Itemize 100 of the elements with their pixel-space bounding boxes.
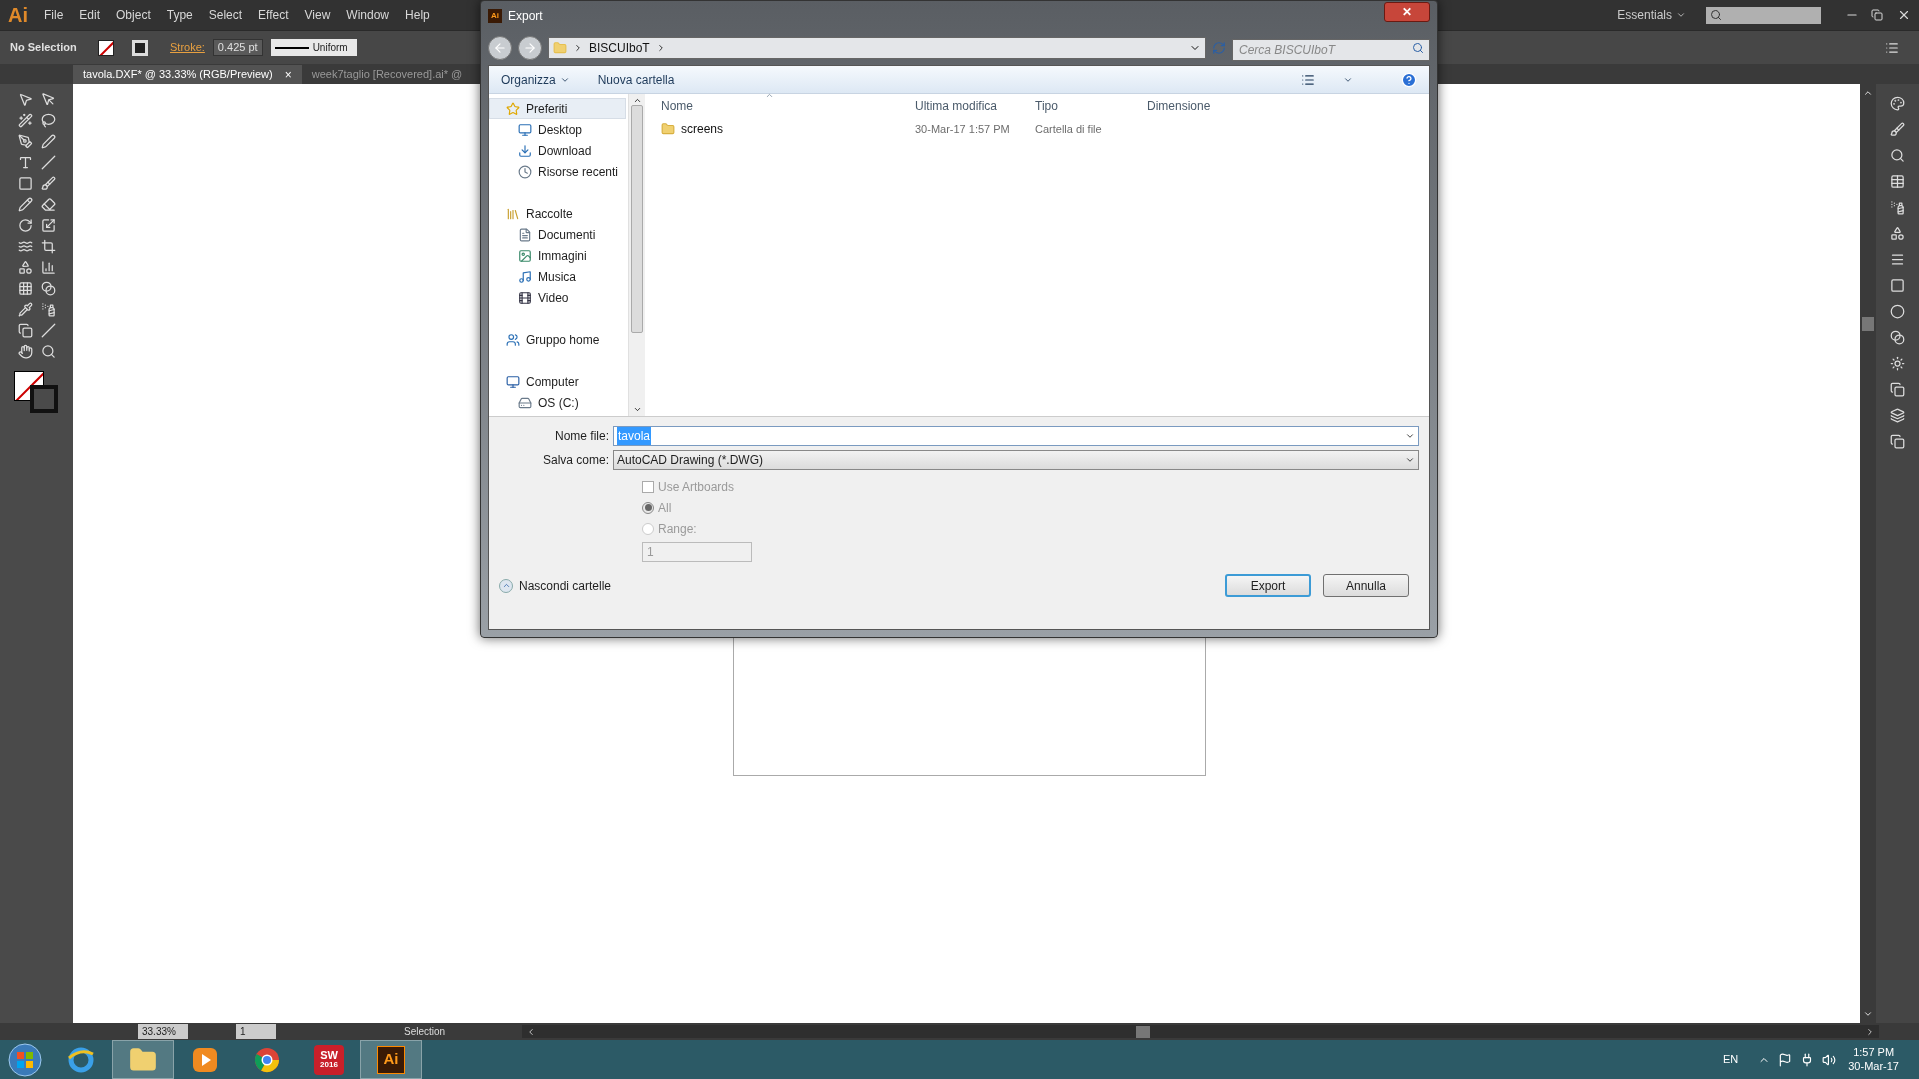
menu-item[interactable]: Object <box>108 6 159 24</box>
forward-button[interactable] <box>518 36 542 60</box>
nav-item[interactable]: Gruppo home <box>489 329 626 350</box>
menu-item[interactable]: Edit <box>71 6 109 24</box>
search-field[interactable] <box>1706 6 1821 24</box>
shapes-icon[interactable] <box>17 260 33 275</box>
eyedropper-icon[interactable] <box>17 302 33 317</box>
nav-item[interactable]: Risorse recenti <box>489 161 626 182</box>
table-icon[interactable] <box>1890 174 1905 189</box>
brush-icon[interactable] <box>1890 122 1905 137</box>
panel-menu-icon[interactable] <box>1885 40 1899 55</box>
type-icon[interactable] <box>17 155 33 170</box>
column-header[interactable]: Dimensione <box>1147 97 1267 115</box>
taskbar-app[interactable]: Ai <box>360 1040 422 1079</box>
sun-icon[interactable] <box>1890 356 1905 371</box>
scroll-right-icon[interactable] <box>1865 1026 1875 1037</box>
clock[interactable]: 1:57 PM 30-Mar-17 <box>1848 1045 1899 1074</box>
horizontal-scrollbar[interactable] <box>522 1025 1879 1038</box>
direct-pointer-icon[interactable] <box>40 92 56 107</box>
artboard-field[interactable]: 1 <box>236 1024 276 1039</box>
nav-item[interactable]: Musica <box>489 266 626 287</box>
search-field[interactable]: Cerca BISCUIboT <box>1232 39 1430 61</box>
scroll-down-icon[interactable] <box>632 405 642 414</box>
rectangle-icon[interactable] <box>17 176 33 191</box>
language-indicator[interactable]: EN <box>1722 1051 1739 1068</box>
lines-icon[interactable] <box>1890 252 1905 267</box>
menu-item[interactable]: View <box>296 6 339 24</box>
column-header[interactable]: Tipo <box>1027 97 1147 115</box>
hide-folders-button[interactable]: Nascondi cartelle <box>499 576 612 595</box>
nav-item[interactable]: Desktop <box>489 119 626 140</box>
magnifier-icon[interactable] <box>1890 148 1905 163</box>
nav-item[interactable]: OS (C:) <box>489 392 626 413</box>
hand-icon[interactable] <box>17 344 33 359</box>
organize-menu[interactable]: Organizza <box>501 70 570 89</box>
close-button[interactable]: ✕ <box>1384 2 1430 22</box>
copy-icon[interactable] <box>1890 382 1905 397</box>
close-icon[interactable] <box>1897 8 1911 22</box>
slice-icon[interactable] <box>40 323 56 338</box>
brush-icon[interactable] <box>40 176 56 191</box>
dialog-button[interactable]: Export <box>1225 574 1311 597</box>
document-tab[interactable]: tavola.DXF* @ 33.33% (RGB/Preview) × <box>73 65 302 84</box>
crop-icon[interactable] <box>40 239 56 254</box>
nav-item[interactable]: Documenti <box>489 224 626 245</box>
taskbar-app[interactable]: SW 2016 <box>298 1040 360 1079</box>
scroll-thumb[interactable] <box>631 105 643 333</box>
fill-swatch[interactable] <box>98 39 114 56</box>
pen-icon[interactable] <box>17 134 33 149</box>
scroll-up-icon[interactable] <box>632 96 642 105</box>
artboards-icon[interactable] <box>1890 434 1905 449</box>
scale-icon[interactable] <box>40 218 56 233</box>
mesh-icon[interactable] <box>17 281 33 296</box>
restore-icon[interactable] <box>1871 9 1883 21</box>
zoom-icon[interactable] <box>40 344 56 359</box>
flag-icon[interactable] <box>1778 1052 1793 1067</box>
blend-icon[interactable] <box>1890 330 1905 345</box>
nav-item[interactable]: Computer <box>489 371 626 392</box>
nav-item[interactable]: Download <box>489 140 626 161</box>
volume-icon[interactable] <box>1822 1052 1837 1067</box>
scroll-up-icon[interactable] <box>1863 88 1873 98</box>
nav-item[interactable]: Immagini <box>489 245 626 266</box>
stroke-profile-dropdown[interactable]: Uniform <box>270 39 357 56</box>
back-button[interactable] <box>488 36 512 60</box>
new-folder-button[interactable]: Nuova cartella <box>597 70 675 89</box>
layers-icon[interactable] <box>1890 408 1905 423</box>
spray-icon[interactable] <box>1890 200 1905 215</box>
nav-item[interactable]: Raccolte <box>489 203 626 224</box>
breadcrumb-item[interactable]: BISCUIboT <box>589 39 650 57</box>
gradient-icon[interactable] <box>40 281 56 296</box>
view-options-icon[interactable] <box>1301 72 1315 87</box>
wand-icon[interactable] <box>17 113 33 128</box>
artboard-icon[interactable] <box>17 323 33 338</box>
circle-icon[interactable] <box>1890 304 1905 319</box>
eraser-icon[interactable] <box>40 197 56 212</box>
scroll-down-icon[interactable] <box>1863 1009 1873 1019</box>
dialog-button[interactable]: Annulla <box>1323 574 1409 597</box>
palette-icon[interactable] <box>1890 96 1905 111</box>
help-icon[interactable] <box>1401 71 1417 88</box>
menu-item[interactable]: Type <box>158 6 201 24</box>
lasso-icon[interactable] <box>40 113 56 128</box>
menu-item[interactable]: Select <box>200 6 251 24</box>
workspace-switcher[interactable]: Essentials <box>1617 6 1686 24</box>
spray-icon[interactable] <box>40 302 56 317</box>
scrollbar[interactable] <box>629 94 645 416</box>
address-bar[interactable]: BISCUIboT <box>548 37 1206 59</box>
tab-close[interactable]: × <box>284 65 292 84</box>
stroke-label[interactable]: Stroke: <box>170 39 205 56</box>
menu-item[interactable]: Window <box>338 6 398 24</box>
zoom-field[interactable]: 33.33% <box>138 1024 188 1039</box>
column-header[interactable]: Nome <box>645 97 907 115</box>
menu-item[interactable]: Help <box>397 6 438 24</box>
shapes-icon[interactable] <box>1890 226 1905 241</box>
pointer-icon[interactable] <box>17 92 33 107</box>
stroke-weight-field[interactable]: 0.425 pt <box>212 39 263 56</box>
status-tool-label[interactable]: Selection <box>404 1024 514 1039</box>
line-icon[interactable] <box>40 155 56 170</box>
file-row[interactable]: screens 30-Mar-17 1:57 PM Cartella di file <box>645 118 1429 140</box>
scroll-thumb[interactable] <box>1862 316 1874 331</box>
column-header[interactable]: Ultima modifica <box>907 97 1027 115</box>
nav-item[interactable]: Preferiti <box>489 98 626 119</box>
format-dropdown[interactable]: AutoCAD Drawing (*.DWG) <box>613 450 1419 470</box>
